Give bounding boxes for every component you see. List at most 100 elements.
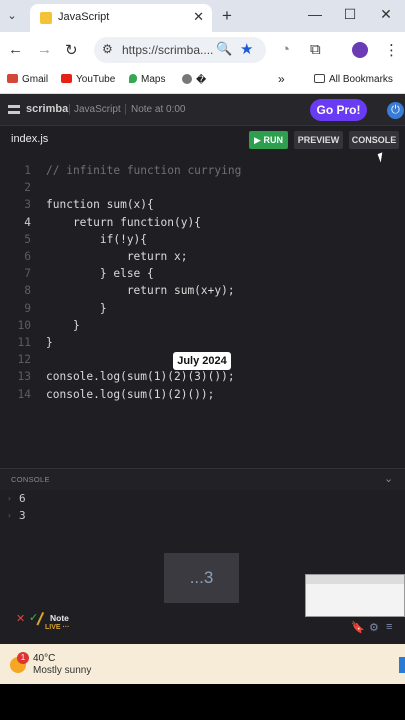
code-line[interactable]: 10 }: [0, 319, 405, 336]
back-icon[interactable]: ←: [8, 41, 23, 58]
breadcrumb-course[interactable]: JavaScript: [74, 104, 121, 115]
address-bar[interactable]: ⚙ https://scrimba.... 🔍 ★: [94, 37, 266, 63]
weather-condition[interactable]: Mostly sunny: [33, 665, 91, 676]
minimize-button[interactable]: —: [306, 6, 324, 22]
line-number: 14: [17, 387, 31, 401]
code-text: }: [46, 301, 107, 315]
code-line[interactable]: 4 return function(y){: [0, 216, 405, 233]
forward-icon[interactable]: →: [37, 41, 52, 58]
console-panel-header[interactable]: CONSOLE ⌄: [0, 468, 405, 490]
tab-search-icon[interactable]: ⌄: [4, 8, 20, 24]
console-output-value: 3: [19, 509, 26, 522]
new-tab-button[interactable]: +: [222, 6, 232, 26]
bookmark-icon[interactable]: 🔖: [351, 621, 365, 634]
bookmarks-overflow-icon[interactable]: »: [278, 72, 285, 86]
tab-close-icon[interactable]: ✕: [193, 9, 204, 25]
code-line[interactable]: 3 function sum(x){: [0, 198, 405, 215]
line-number: 3: [24, 198, 31, 212]
preview-button[interactable]: PREVIEW: [294, 131, 343, 149]
console-label: CONSOLE: [11, 475, 50, 484]
chevron-down-icon[interactable]: ⌄: [384, 472, 393, 485]
line-number: 12: [17, 353, 31, 367]
chevron-right-icon: ›: [7, 511, 12, 520]
scrimba-logo-text[interactable]: scrimba: [26, 103, 68, 115]
close-window-button[interactable]: ✕: [377, 6, 395, 23]
line-number: 13: [17, 370, 31, 384]
scrimba-favicon-icon: [40, 12, 52, 24]
date-overlay-badge: July 2024: [173, 352, 231, 370]
code-line[interactable]: 8 return sum(x+y);: [0, 284, 405, 301]
maps-icon: [129, 74, 137, 83]
bookmark-youtube[interactable]: YouTube: [61, 74, 115, 85]
code-line[interactable]: 11}: [0, 336, 405, 353]
profile-avatar[interactable]: [352, 42, 368, 58]
extension-icon[interactable]: ◔: [281, 41, 290, 58]
settings-gear-icon[interactable]: ⚙: [369, 621, 379, 634]
taskbar-app-icon[interactable]: [399, 657, 405, 673]
tab-title: JavaScript: [58, 11, 110, 23]
line-number: 7: [24, 267, 31, 281]
all-bookmarks[interactable]: All Bookmarks: [314, 74, 393, 85]
folder-icon: [314, 74, 325, 83]
line-number: 9: [24, 301, 31, 315]
line-number: 11: [17, 336, 31, 349]
code-text: } else {: [46, 267, 154, 281]
file-tab-index-js[interactable]: index.js: [11, 133, 48, 145]
code-line[interactable]: 5 if(!y){: [0, 233, 405, 250]
code-text: return x;: [46, 250, 188, 263]
bookmark-gmail[interactable]: Gmail: [7, 74, 48, 85]
live-status: LIVE ···: [45, 624, 70, 631]
scrimba-footer: ✕ ✓ Note LIVE ··· 🔖 ⚙ ≡: [0, 606, 405, 644]
notification-badge: 1: [17, 652, 29, 664]
weather-temperature[interactable]: 40°C: [33, 653, 55, 664]
scrimba-app: scrimba | JavaScript | Note at 0:00 Go P…: [0, 94, 405, 644]
reload-icon[interactable]: ↻: [65, 41, 78, 59]
code-text: // infinite function currying: [46, 164, 242, 177]
code-line[interactable]: 13 console.log(sum(1)(2)(3)());: [0, 370, 405, 387]
bookmark-maps[interactable]: Maps: [129, 74, 165, 85]
thumbnail-titlebar: [306, 575, 404, 584]
code-line[interactable]: 1 // infinite function currying: [0, 164, 405, 181]
menu-icon[interactable]: ≡: [386, 621, 392, 633]
extensions-puzzle-icon[interactable]: ⧉: [310, 41, 321, 58]
bookmarks-bar: Gmail YouTube Maps � » All Bookmarks: [0, 68, 405, 94]
scrimba-logo-icon[interactable]: [8, 105, 20, 114]
breadcrumb-note: Note at 0:00: [131, 104, 186, 115]
line-number: 6: [24, 250, 31, 263]
code-text: if(!y){: [46, 232, 148, 246]
scrimba-header: scrimba | JavaScript | Note at 0:00 Go P…: [0, 94, 405, 126]
tab-javascript[interactable]: JavaScript ✕: [30, 4, 212, 32]
code-editor[interactable]: 1 // infinite function currying 2 3 function…: [0, 164, 405, 424]
console-button[interactable]: CONSOLE: [349, 131, 399, 149]
close-icon[interactable]: ✕: [16, 612, 25, 625]
url-text[interactable]: https://scrimba....: [122, 43, 213, 57]
note-label[interactable]: Note: [50, 613, 69, 623]
browser-menu-icon[interactable]: ⋮: [384, 41, 399, 59]
code-line[interactable]: 9 }: [0, 302, 405, 319]
go-pro-button[interactable]: Go Pro!: [310, 99, 367, 121]
code-line[interactable]: 6 return x;: [0, 250, 405, 267]
bookmark-unknown[interactable]: �: [182, 74, 206, 86]
maximize-button[interactable]: ☐: [341, 6, 359, 23]
loading-overlay: ...3: [164, 553, 239, 603]
globe-icon: [182, 74, 192, 84]
line-number: 8: [24, 284, 31, 298]
taskbar: 1 40°C Mostly sunny: [0, 644, 405, 684]
site-info-icon[interactable]: ⚙: [102, 42, 113, 56]
line-number: 4: [24, 215, 31, 229]
code-line[interactable]: 2: [0, 181, 405, 198]
code-text: function sum(x){: [46, 198, 154, 212]
code-text: }: [46, 336, 53, 349]
bookmark-star-icon[interactable]: ★: [240, 40, 253, 58]
line-number: 10: [17, 318, 31, 332]
run-button[interactable]: ▶ RUN: [249, 131, 288, 149]
code-line[interactable]: 7 } else {: [0, 267, 405, 284]
zoom-icon[interactable]: 🔍: [216, 41, 232, 57]
youtube-icon: [61, 74, 72, 83]
power-icon[interactable]: ⏻: [387, 102, 404, 119]
screen-bottom-edge: [0, 684, 405, 720]
code-line[interactable]: 14 console.log(sum(1)(2)());: [0, 388, 405, 405]
code-text: }: [46, 318, 80, 332]
console-output-value: 6: [19, 492, 26, 505]
code-text: console.log(sum(1)(2)());: [46, 387, 215, 401]
